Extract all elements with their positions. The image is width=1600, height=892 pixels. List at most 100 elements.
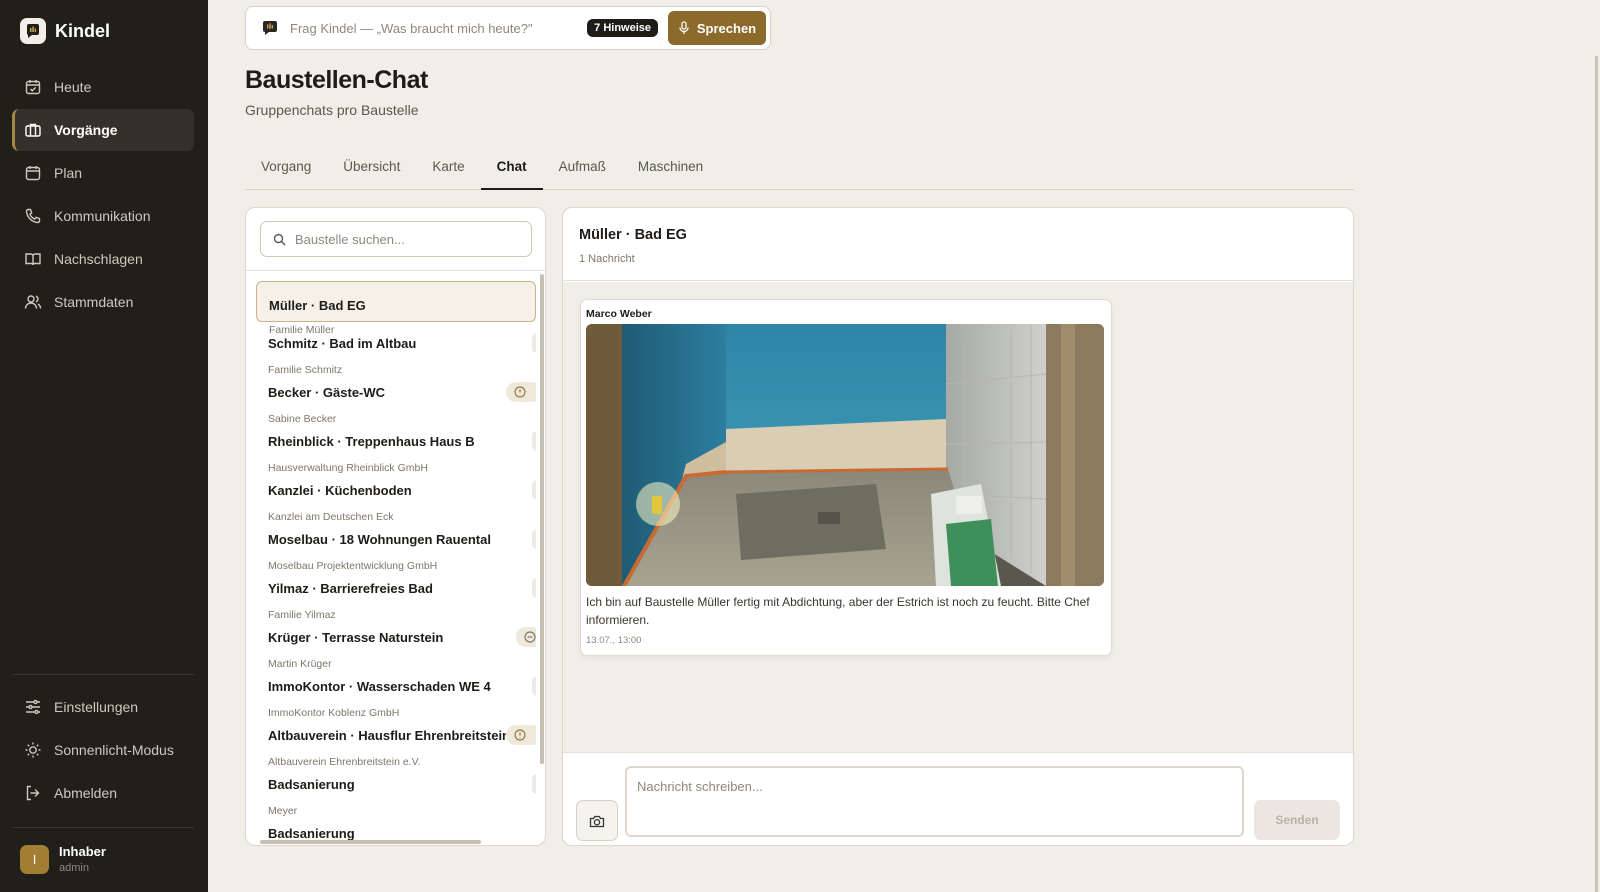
nav-item-heute[interactable]: Heute: [12, 66, 194, 108]
status-badge: [516, 627, 536, 647]
site-client: Sabine Becker: [268, 413, 337, 425]
alert-circle-icon: [514, 386, 526, 398]
site-name: Altbauverein · Hausflur Ehrenbreitstein: [268, 728, 510, 743]
window-edge: [1595, 56, 1598, 892]
nav-item-sonnenlicht-modus[interactable]: Sonnenlicht-Modus: [12, 729, 194, 771]
pause-circle-icon: [524, 631, 536, 643]
sun-icon: [25, 742, 41, 758]
site-name: Krüger · Terrasse Naturstein: [268, 630, 444, 645]
brand[interactable]: Kindel: [20, 18, 110, 44]
ask-input[interactable]: Frag Kindel — „Was braucht mich heute?": [290, 21, 587, 36]
message-photo[interactable]: [586, 324, 1104, 586]
tab-chat[interactable]: Chat: [480, 150, 543, 190]
nav-item-vorgaenge[interactable]: Vorgänge: [12, 109, 194, 151]
message-sender: Marco Weber: [586, 308, 652, 320]
page-title: Baustellen-Chat: [245, 66, 428, 94]
speak-label: Sprechen: [696, 20, 757, 36]
site-item[interactable]: Moselbau · 18 Wohnungen Rauental Moselba…: [256, 526, 536, 575]
horizontal-scrollbar[interactable]: [260, 840, 481, 844]
briefcase-icon: [25, 123, 41, 137]
site-client: ImmoKontor Koblenz GmbH: [268, 707, 400, 719]
composer: Senden: [563, 752, 1353, 845]
status-indicator: [532, 480, 536, 500]
site-client: Familie Schmitz: [268, 364, 343, 376]
status-indicator: [532, 333, 536, 353]
nav-label: Abmelden: [54, 785, 118, 801]
nav-label: Vorgänge: [54, 122, 118, 138]
site-client: Kanzlei am Deutschen Eck: [268, 511, 394, 523]
site-client: Altbauverein Ehrenbreitstein e.V.: [268, 756, 421, 768]
site-item[interactable]: Badsanierung Meyer: [256, 771, 536, 820]
phone-icon: [25, 208, 41, 224]
tab-bar: Vorgang Übersicht Karte Chat Aufmaß Masc…: [245, 150, 1354, 190]
sliders-icon: [26, 699, 40, 715]
tab-vorgang[interactable]: Vorgang: [245, 150, 327, 190]
vertical-scrollbar[interactable]: [540, 274, 544, 764]
site-list: Müller · Bad EG Familie Müller Schmitz ·…: [256, 281, 536, 841]
chat-title: Müller · Bad EG: [579, 227, 687, 243]
status-indicator: [532, 578, 536, 598]
site-client: Moselbau Projektentwicklung GmbH: [268, 560, 438, 572]
speak-button[interactable]: Sprechen: [668, 11, 766, 45]
status-indicator: [532, 774, 536, 794]
site-search-input[interactable]: [295, 231, 515, 247]
site-name: Becker · Gäste-WC: [268, 385, 386, 400]
site-name: Badsanierung: [268, 826, 355, 841]
tab-maschinen[interactable]: Maschinen: [622, 150, 719, 190]
page-subtitle: Gruppenchats pro Baustelle: [245, 102, 419, 118]
kindel-logo-icon: [20, 18, 46, 44]
calendar-icon: [25, 166, 41, 181]
app-name: Kindel: [55, 20, 111, 41]
tab-uebersicht[interactable]: Übersicht: [327, 150, 416, 190]
site-item[interactable]: ImmoKontor · Wasserschaden WE 4 ImmoKont…: [256, 673, 536, 722]
site-name: Badsanierung: [268, 777, 355, 792]
ask-bar[interactable]: Frag Kindel — „Was braucht mich heute?" …: [245, 6, 771, 50]
site-item[interactable]: Yilmaz · Barrierefreies Bad Familie Yilm…: [256, 575, 536, 624]
nav-item-stammdaten[interactable]: Stammdaten: [12, 281, 194, 323]
nav-item-einstellungen[interactable]: Einstellungen: [12, 686, 194, 728]
message-input[interactable]: [625, 766, 1244, 837]
site-item[interactable]: Kanzlei · Küchenboden Kanzlei am Deutsch…: [256, 477, 536, 526]
attach-photo-button[interactable]: [576, 800, 618, 841]
site-item[interactable]: Badsanierung: [256, 820, 536, 841]
message-timestamp: 13.07., 13:00: [586, 635, 642, 646]
message-text: Ich bin auf Baustelle Müller fertig mit …: [586, 595, 1090, 627]
site-item[interactable]: Becker · Gäste-WC Sabine Becker: [256, 379, 536, 428]
site-item[interactable]: Schmitz · Bad im Altbau Familie Schmitz: [256, 330, 536, 379]
nav-label: Einstellungen: [54, 699, 139, 715]
alert-circle-icon: [514, 729, 526, 741]
site-search[interactable]: [260, 221, 532, 257]
user-profile[interactable]: I Inhaber admin: [20, 844, 106, 874]
sidebar-divider: [12, 674, 194, 675]
nav-item-kommunikation[interactable]: Kommunikation: [12, 195, 194, 237]
site-name: Moselbau · 18 Wohnungen Rauental: [268, 532, 491, 547]
status-badge: [506, 382, 536, 402]
site-client: Meyer: [268, 805, 298, 817]
nav-label: Stammdaten: [54, 294, 134, 310]
site-client: Martin Krüger: [268, 658, 332, 670]
message-area: Marco Weber Ich bin auf Baustelle Müller…: [563, 282, 1353, 752]
site-item[interactable]: Müller · Bad EG Familie Müller: [256, 281, 536, 336]
status-indicator: [532, 431, 536, 451]
main-nav: Heute Vorgänge Plan Kommunikation Nachsc…: [12, 66, 194, 324]
nav-label: Nachschlagen: [54, 251, 143, 267]
status-indicator: [532, 529, 536, 549]
nav-label: Heute: [54, 79, 92, 95]
tab-karte[interactable]: Karte: [416, 150, 480, 190]
nav-item-plan[interactable]: Plan: [12, 152, 194, 194]
status-indicator: [532, 676, 536, 696]
nav-label: Plan: [54, 165, 83, 181]
user-name: Inhaber: [59, 844, 106, 859]
site-name: Schmitz · Bad im Altbau: [268, 336, 417, 351]
user-role: admin: [59, 862, 89, 874]
site-item[interactable]: Krüger · Terrasse Naturstein Martin Krüg…: [256, 624, 536, 673]
nav-item-nachschlagen[interactable]: Nachschlagen: [12, 238, 194, 280]
nav-item-abmelden[interactable]: Abmelden: [12, 772, 194, 814]
tab-aufmass[interactable]: Aufmaß: [543, 150, 622, 190]
hints-badge[interactable]: 7 Hinweise: [587, 19, 658, 37]
site-name: ImmoKontor · Wasserschaden WE 4: [268, 679, 491, 694]
send-button[interactable]: Senden: [1254, 800, 1340, 840]
site-item[interactable]: Altbauverein · Hausflur Ehrenbreitstein …: [256, 722, 536, 771]
book-icon: [25, 253, 41, 266]
site-item[interactable]: Rheinblick · Treppenhaus Haus B Hausverw…: [256, 428, 536, 477]
